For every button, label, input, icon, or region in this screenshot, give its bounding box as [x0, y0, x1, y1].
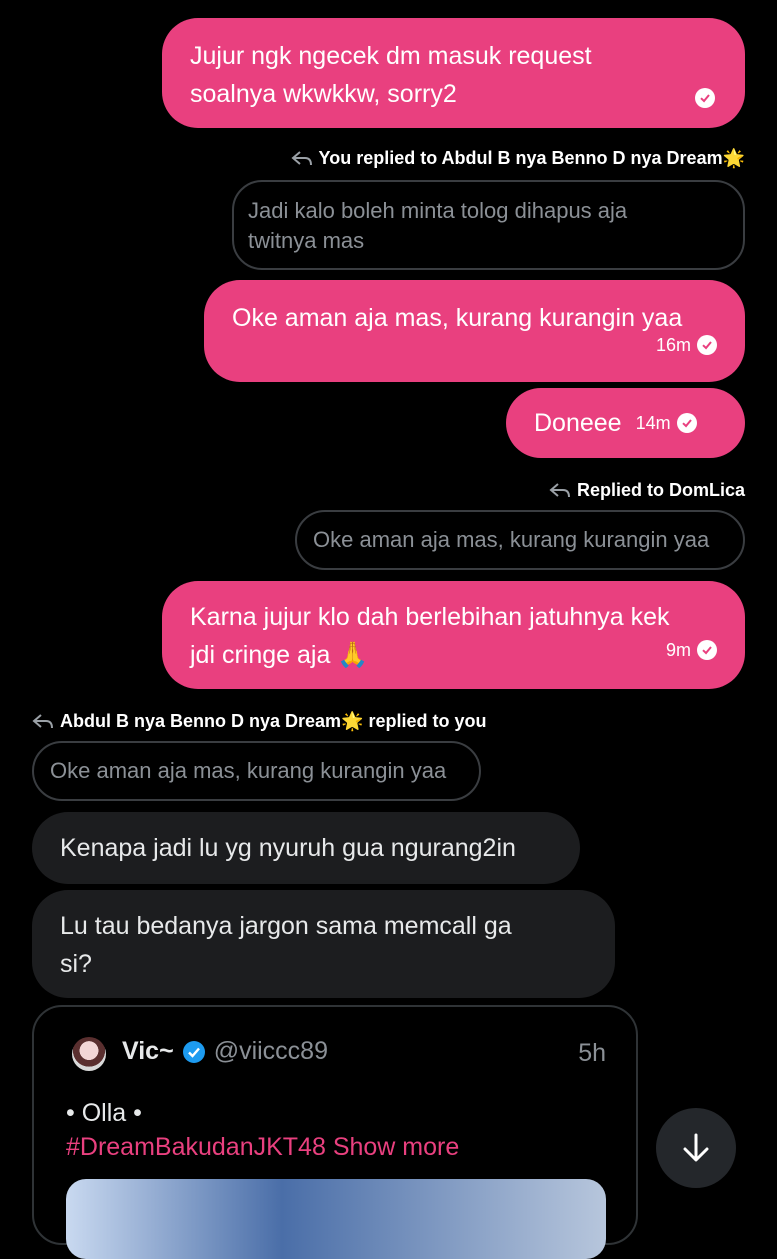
reply-context-label: Replied to DomLica	[549, 480, 745, 501]
message-timestamp: 9m	[666, 631, 717, 669]
time-text: 14m	[635, 413, 671, 433]
outgoing-message[interactable]: Oke aman aja mas, kurang kurangin yaa 16…	[204, 280, 745, 382]
message-text-line: Lu tau bedanya jargon sama memcall ga	[60, 912, 512, 940]
message-text: Kenapa jadi lu yg nyuruh gua ngurang2in	[60, 834, 516, 862]
quote-text-line: twitnya mas	[248, 228, 365, 253]
time-text: 9m	[665, 640, 691, 660]
reply-arrow-icon	[290, 150, 312, 165]
read-check-icon	[676, 413, 697, 433]
quoted-message[interactable]: Jadi kalo boleh minta tolog dihapus aja …	[232, 180, 745, 270]
arrow-down-icon	[683, 1133, 709, 1162]
avatar[interactable]	[72, 1037, 106, 1071]
quote-text: Oke aman aja mas, kurang kurangin yaa	[50, 758, 447, 783]
reply-context-label: You replied to Abdul B nya Benno D nya D…	[290, 148, 745, 169]
message-text-line: si?	[60, 950, 92, 978]
tweet-age: 5h	[578, 1039, 606, 1067]
quoted-message[interactable]: Oke aman aja mas, kurang kurangin yaa	[32, 741, 481, 801]
reply-label-text: Abdul B nya Benno D nya Dream🌟 replied t…	[60, 711, 487, 731]
scroll-to-bottom-button[interactable]	[656, 1108, 736, 1188]
incoming-message[interactable]: Lu tau bedanya jargon sama memcall ga si…	[32, 890, 615, 998]
time-text: 16m	[655, 335, 691, 355]
reply-arrow-icon	[549, 482, 570, 497]
reply-label-text: You replied to Abdul B nya Benno D nya D…	[318, 148, 745, 168]
message-text: Oke aman aja mas, kurang kurangin yaa	[232, 304, 683, 332]
verified-badge-icon	[182, 1040, 205, 1063]
reply-context-label: Abdul B nya Benno D nya Dream🌟 replied t…	[32, 711, 486, 732]
message-text-line: jdi cringe aja 🙏	[190, 641, 369, 669]
reply-arrow-icon	[32, 713, 53, 728]
quote-text-line: Jadi kalo boleh minta tolog dihapus aja	[248, 198, 628, 223]
tweet-hashtag[interactable]: #DreamBakudanJKT48	[66, 1133, 326, 1161]
message-text-line: soalnya wkwkkw, sorry2	[190, 80, 457, 108]
quoted-message[interactable]: Oke aman aja mas, kurang kurangin yaa	[295, 510, 745, 570]
show-more-link[interactable]: Show more	[333, 1133, 459, 1161]
outgoing-message[interactable]: Doneee 14m	[506, 388, 745, 458]
message-text-line: Jujur ngk ngecek dm masuk request	[190, 42, 592, 70]
message-timestamp: 16m	[656, 326, 717, 364]
read-check-icon	[695, 88, 715, 108]
tweet-author-name[interactable]: Vic~	[122, 1037, 174, 1066]
tweet-author-handle[interactable]: @viiccc89	[214, 1037, 328, 1066]
outgoing-message[interactable]: Karna jujur klo dah berlebihan jatuhnya …	[162, 581, 745, 689]
incoming-message[interactable]: Kenapa jadi lu yg nyuruh gua ngurang2in	[32, 812, 580, 884]
outgoing-message[interactable]: Jujur ngk ngecek dm masuk request soalny…	[162, 18, 745, 128]
tweet-media-preview[interactable]	[66, 1179, 606, 1259]
quote-text: Oke aman aja mas, kurang kurangin yaa	[313, 527, 710, 552]
tweet-body-line: • Olla •	[66, 1099, 142, 1127]
read-check-icon	[697, 335, 717, 355]
message-text-line: Karna jujur klo dah berlebihan jatuhnya …	[190, 603, 670, 631]
embedded-tweet-card[interactable]: Vic~ @viiccc89 5h • Olla • #DreamBakudan…	[32, 1005, 638, 1259]
read-check-icon	[697, 640, 717, 660]
message-text: Doneee	[534, 409, 622, 437]
message-timestamp: 14m	[636, 404, 697, 442]
reply-label-text: Replied to DomLica	[576, 480, 745, 500]
